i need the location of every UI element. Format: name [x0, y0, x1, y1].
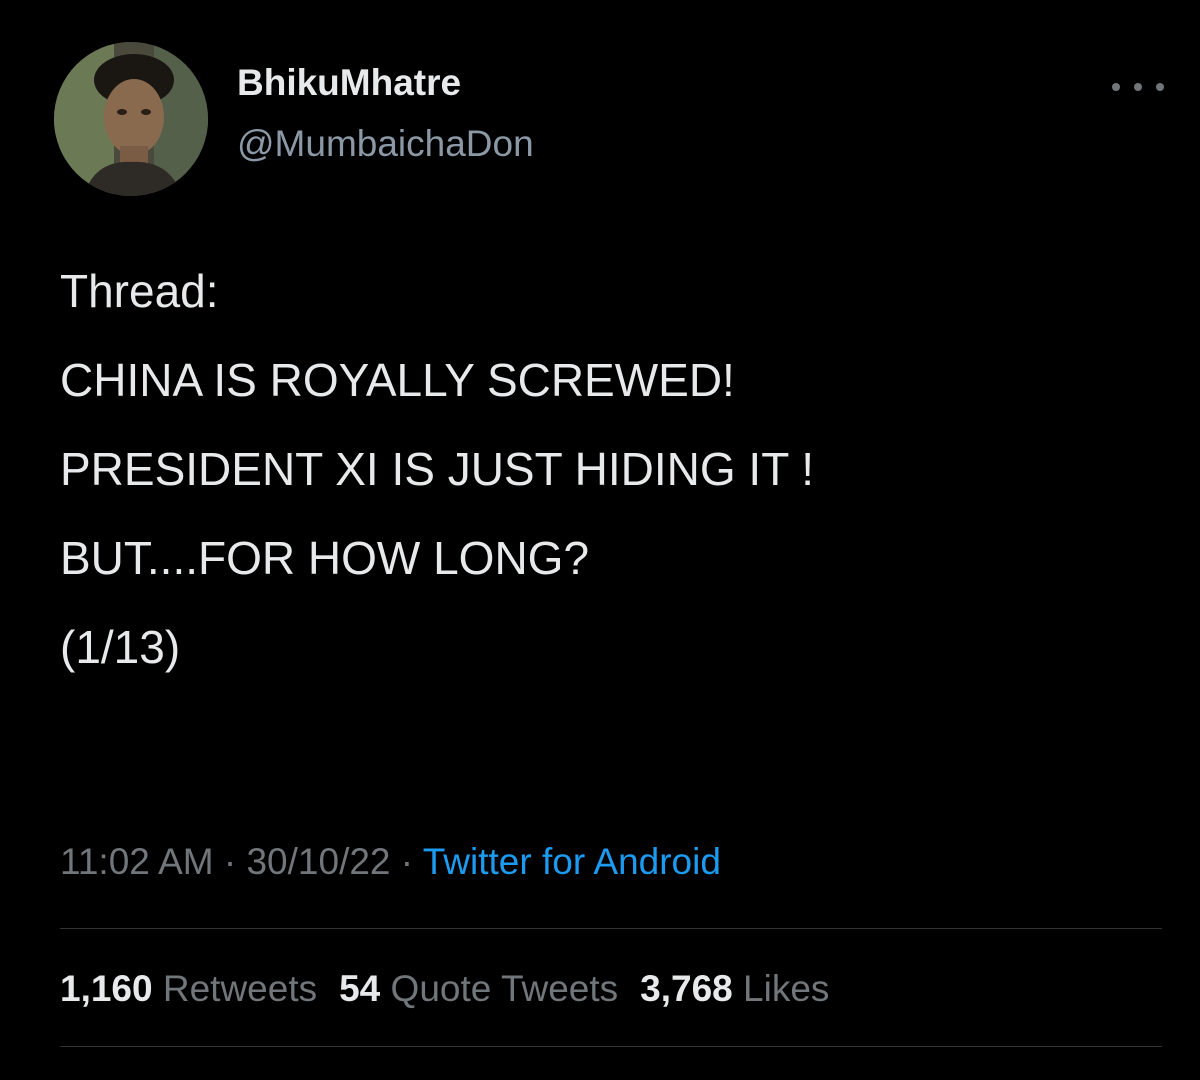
likes-stat[interactable]: 3,768 Likes — [640, 968, 829, 1009]
tweet-detail: BhikuMhatre @MumbaichaDon Thread: CHINA … — [0, 0, 1200, 1080]
user-handle[interactable]: @MumbaichaDon — [237, 125, 534, 162]
tweet-line: Thread: — [60, 265, 219, 317]
meta-separator: · — [390, 841, 423, 882]
retweets-stat[interactable]: 1,160 Retweets — [60, 968, 317, 1009]
divider — [60, 928, 1162, 929]
tweet-line: BUT....FOR HOW LONG? — [60, 532, 590, 584]
likes-label: Likes — [743, 968, 830, 1009]
quote-tweets-stat[interactable]: 54 Quote Tweets — [339, 968, 618, 1009]
display-name[interactable]: BhikuMhatre — [237, 64, 461, 101]
likes-count: 3,768 — [640, 968, 733, 1009]
more-options-icon — [1112, 83, 1120, 91]
quote-tweets-count: 54 — [339, 968, 381, 1009]
tweet-metadata: 11:02 AM · 30/10/22 · Twitter for Androi… — [60, 843, 721, 880]
tweet-source-link[interactable]: Twitter for Android — [423, 841, 721, 882]
divider — [60, 1046, 1162, 1047]
tweet-date[interactable]: 30/10/22 — [246, 841, 390, 882]
avatar[interactable] — [54, 42, 208, 196]
retweets-label: Retweets — [162, 968, 318, 1009]
quote-tweets-label: Quote Tweets — [390, 968, 619, 1009]
more-options-button[interactable] — [1112, 72, 1164, 102]
more-options-icon-dot — [1156, 83, 1164, 91]
tweet-line: PRESIDENT XI IS JUST HIDING IT ! — [60, 443, 815, 495]
more-options-icon-dot — [1134, 83, 1142, 91]
tweet-line: CHINA IS ROYALLY SCREWED! — [60, 354, 735, 406]
retweets-count: 1,160 — [60, 968, 153, 1009]
tweet-stats: 1,160 Retweets 54 Quote Tweets 3,768 Likes — [60, 970, 851, 1007]
tweet-text: Thread: CHINA IS ROYALLY SCREWED! PRESID… — [60, 268, 1160, 674]
meta-separator: · — [213, 841, 247, 882]
tweet-line: (1/13) — [60, 621, 181, 673]
avatar-photo — [54, 42, 208, 196]
tweet-time[interactable]: 11:02 AM — [60, 841, 214, 882]
